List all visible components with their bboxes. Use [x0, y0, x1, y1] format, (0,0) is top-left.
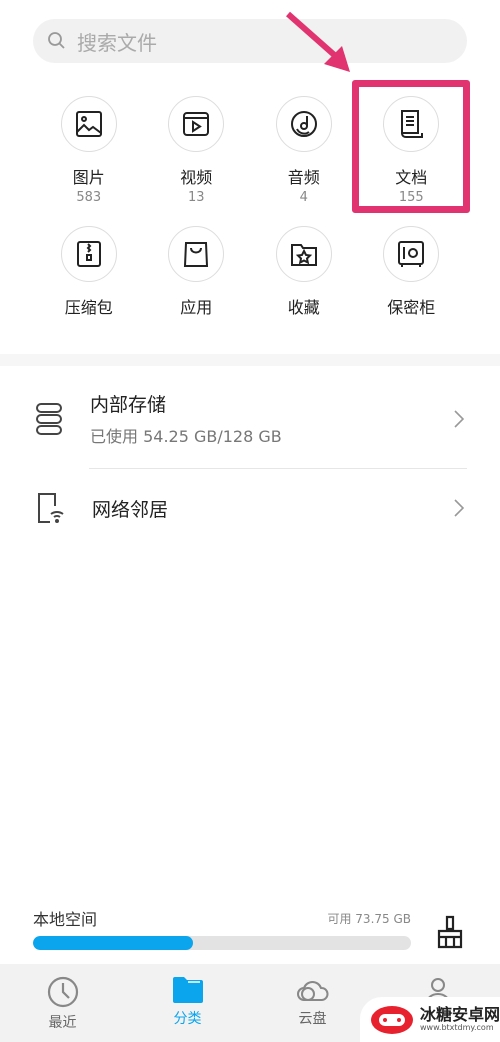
category-label: 保密柜: [387, 298, 436, 317]
category-label: 收藏: [287, 298, 320, 317]
category-favorites[interactable]: 收藏: [250, 226, 358, 356]
internal-storage-usage: 已使用 54.25 GB/128 GB: [90, 427, 282, 446]
category-safe[interactable]: 保密柜: [358, 226, 466, 356]
shopping-bag-icon: [184, 242, 209, 267]
storage-progress-fill: [33, 936, 194, 950]
category-archives[interactable]: 压缩包: [35, 226, 143, 356]
phone-wifi-icon: [38, 493, 64, 523]
tab-categories[interactable]: 分类: [125, 964, 250, 1042]
storage-progress-bar: [33, 936, 411, 950]
category-label: 视频: [180, 168, 213, 187]
network-neighbors-row[interactable]: 网络邻居: [0, 492, 500, 524]
available-space: 可用 73.75 GB: [327, 912, 411, 926]
network-neighbors-title: 网络邻居: [92, 498, 169, 521]
tab-label: 分类: [173, 1011, 202, 1027]
category-count: 4: [299, 190, 308, 205]
music-icon: [290, 111, 317, 137]
section-divider: [0, 354, 500, 366]
internal-storage-title: 内部存储: [90, 394, 167, 416]
annotation-arrow: [286, 11, 350, 72]
category-label: 音频: [287, 168, 320, 187]
folder-icon: [172, 977, 203, 1003]
internal-storage-row[interactable]: 内部存储已使用 54.25 GB/128 GB: [0, 390, 500, 447]
search-input[interactable]: 搜索文件: [33, 19, 467, 63]
category-audio[interactable]: 音频 4: [250, 96, 358, 226]
chevron-right-icon: [454, 409, 464, 428]
category-label: 图片: [72, 168, 105, 187]
category-videos[interactable]: 视频 13: [143, 96, 251, 226]
search-placeholder: 搜索文件: [77, 30, 157, 55]
tab-recent[interactable]: 最近: [0, 964, 125, 1042]
chevron-right-icon: [454, 499, 464, 517]
search-icon: [48, 32, 65, 49]
tab-label: 云盘: [298, 1011, 327, 1027]
annotation-highlight-box: [352, 80, 470, 213]
category-apps[interactable]: 应用: [143, 226, 251, 356]
category-label: 压缩包: [64, 298, 113, 317]
cloud-icon: [296, 981, 328, 1001]
watermark-logo: 冰糖安卓网 www.btxtdmy.com: [360, 997, 500, 1042]
clock-icon: [47, 976, 78, 1008]
zip-icon: [76, 241, 101, 267]
image-icon: [75, 111, 102, 137]
safe-icon: [398, 241, 425, 267]
category-count: 583: [76, 190, 102, 205]
gamepad-logo-icon: [371, 1005, 413, 1034]
category-label: 应用: [180, 298, 213, 317]
local-space-label: 本地空间: [33, 910, 98, 929]
storage-icon: [36, 402, 62, 435]
category-count: 13: [187, 190, 205, 205]
tab-label: 最近: [48, 1015, 77, 1031]
video-icon: [183, 112, 210, 136]
category-images[interactable]: 图片 583: [35, 96, 143, 226]
clean-broom-icon[interactable]: [436, 915, 464, 949]
star-folder-icon: [290, 244, 317, 266]
tab-cloud[interactable]: 云盘: [250, 964, 375, 1042]
row-divider: [89, 468, 467, 469]
